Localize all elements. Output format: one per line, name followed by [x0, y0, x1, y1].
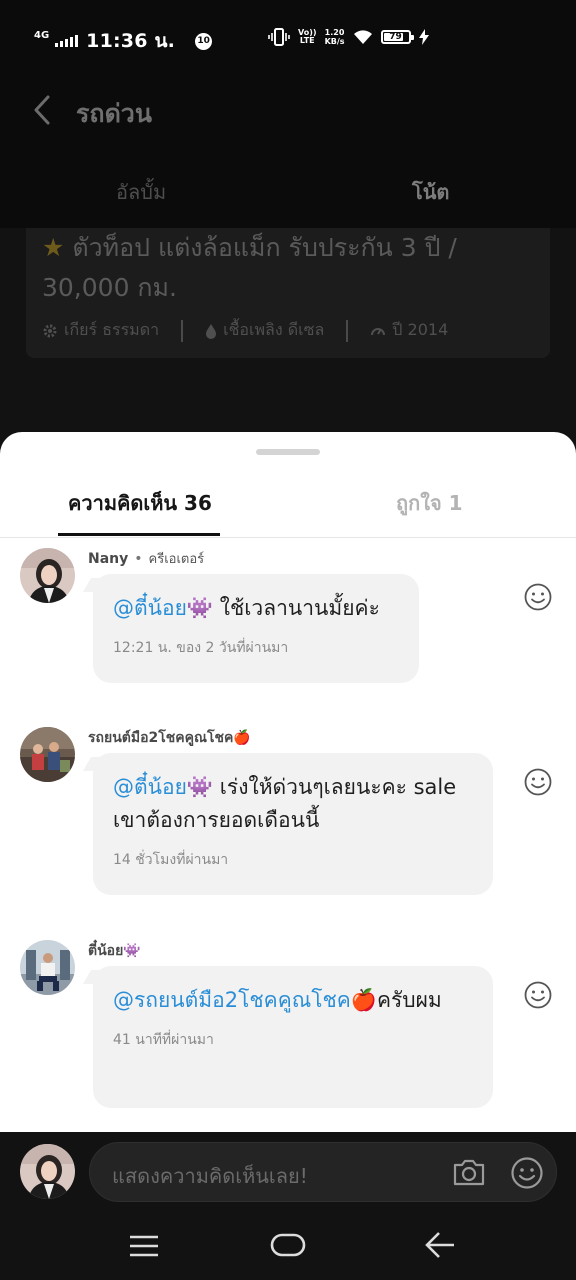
gear-icon [43, 324, 57, 337]
comment-author-row: Nany • ครีเอเตอร์ [88, 548, 204, 569]
avatar[interactable] [20, 548, 75, 603]
divider [0, 537, 576, 538]
notification-badge: 10 [195, 32, 213, 50]
comment-author[interactable]: รถยนต์มือ2โชคคูณโชค🍎 [88, 727, 251, 749]
recent-apps-icon[interactable] [128, 1232, 160, 1260]
app-header: รถด่วน อัลบั้ม โน้ต [0, 78, 576, 228]
home-icon[interactable] [270, 1232, 306, 1258]
avatar[interactable] [20, 727, 75, 782]
status-bar: 4G 11:36 น. 10 Vo)) LTE 1.20 KB/s 79 [0, 0, 576, 78]
comment-bubble[interactable]: @ตี๋น้อย👾 ใช้เวลานานมั้ยค่ะ 12:21 น. ของ… [93, 574, 419, 683]
tab-comments[interactable]: ความคิดเห็น 36 [68, 487, 212, 519]
tab-likes[interactable]: ถูกใจ 1 [396, 487, 463, 519]
comment-text: @รถยนต์มือ2โชคคูณโชค🍎ครับผม [113, 988, 442, 1012]
wifi-icon [353, 30, 372, 44]
speedometer-icon [371, 327, 386, 335]
back-arrow-icon[interactable] [28, 94, 60, 126]
comment-input-bar: แสดงความคิดเห็นเลย! [0, 1132, 576, 1210]
volte-indicator: Vo)) LTE [298, 28, 317, 45]
comment-time: 41 นาทีที่ผ่านมา [113, 1032, 214, 1048]
comment-author[interactable]: Nany [88, 551, 128, 567]
comment-bubble[interactable]: @รถยนต์มือ2โชคคูณโชค🍎ครับผม 41 นาทีที่ผ่… [93, 966, 493, 1108]
charging-icon [418, 29, 429, 45]
listing-specs: เกียร์ ธรรมดา เชื้อเพลิง ดีเซล ปี 2014 [42, 318, 448, 343]
react-smiley-icon[interactable] [523, 582, 553, 612]
listing-title: ★ ตัวท็อป แต่งล้อแม็ก รับประกัน 3 ปี / 3… [42, 233, 457, 302]
camera-icon[interactable] [452, 1157, 486, 1187]
mention-link[interactable]: @รถยนต์มือ2โชคคูณโชค🍎 [113, 988, 377, 1012]
battery-level: 79 [389, 32, 402, 42]
comment-author-row: รถยนต์มือ2โชคคูณโชค🍎 [88, 727, 251, 749]
tab-note[interactable]: โน้ต [412, 176, 449, 208]
emoji-icon[interactable] [510, 1156, 544, 1190]
network-type: 4G [34, 30, 50, 41]
signal-icon [55, 35, 79, 47]
tab-album[interactable]: อัลบั้ม [116, 176, 166, 208]
clock: 11:36 น. [86, 30, 176, 52]
current-user-avatar [20, 1144, 75, 1199]
divider [181, 319, 184, 342]
comment-text: @ตี๋น้อย👾 เร่งให้ด่วนๆเลยนะคะ sale เขาต้… [113, 775, 457, 832]
comment-author[interactable]: ตี๋น้อย👾 [88, 940, 141, 962]
mention-link[interactable]: @ตี๋น้อย👾 [113, 775, 213, 799]
back-icon[interactable] [424, 1230, 456, 1260]
react-smiley-icon[interactable] [523, 767, 553, 797]
spec-fuel: เชื้อเพลิง ดีเซล [205, 318, 324, 343]
system-nav-bar [0, 1210, 576, 1280]
comment-time: 14 ชั่วโมงที่ผ่านมา [113, 852, 229, 868]
comment-time: 12:21 น. ของ 2 วันที่ผ่านมา [113, 640, 289, 656]
mention-link[interactable]: @ตี๋น้อย👾 [113, 596, 213, 620]
fuel-drop-icon [206, 323, 217, 339]
comment-author-row: ตี๋น้อย👾 [88, 940, 141, 962]
page-title: รถด่วน [76, 99, 152, 128]
vibrate-icon [268, 28, 290, 46]
comment-text: @ตี๋น้อย👾 ใช้เวลานานมั้ยค่ะ [113, 596, 380, 620]
network-speed: 1.20 KB/s [324, 28, 345, 46]
creator-badge: ครีเอเตอร์ [148, 552, 205, 567]
drag-handle[interactable] [256, 449, 320, 455]
divider [346, 319, 349, 342]
active-tab-indicator [58, 533, 220, 536]
battery-icon: 79 [380, 30, 414, 44]
comment-bubble[interactable]: @ตี๋น้อย👾 เร่งให้ด่วนๆเลยนะคะ sale เขาต้… [93, 753, 493, 895]
spec-year: ปี 2014 [370, 318, 448, 343]
avatar[interactable] [20, 940, 75, 995]
spec-gear: เกียร์ ธรรมดา [42, 318, 159, 343]
listing-card: ★ ตัวท็อป แต่งล้อแม็ก รับประกัน 3 ปี / 3… [26, 228, 550, 358]
comment-input-placeholder: แสดงความคิดเห็นเลย! [112, 1164, 308, 1188]
star-icon: ★ [42, 233, 65, 262]
comment-input[interactable]: แสดงความคิดเห็นเลย! [89, 1142, 557, 1202]
react-smiley-icon[interactable] [523, 980, 553, 1010]
